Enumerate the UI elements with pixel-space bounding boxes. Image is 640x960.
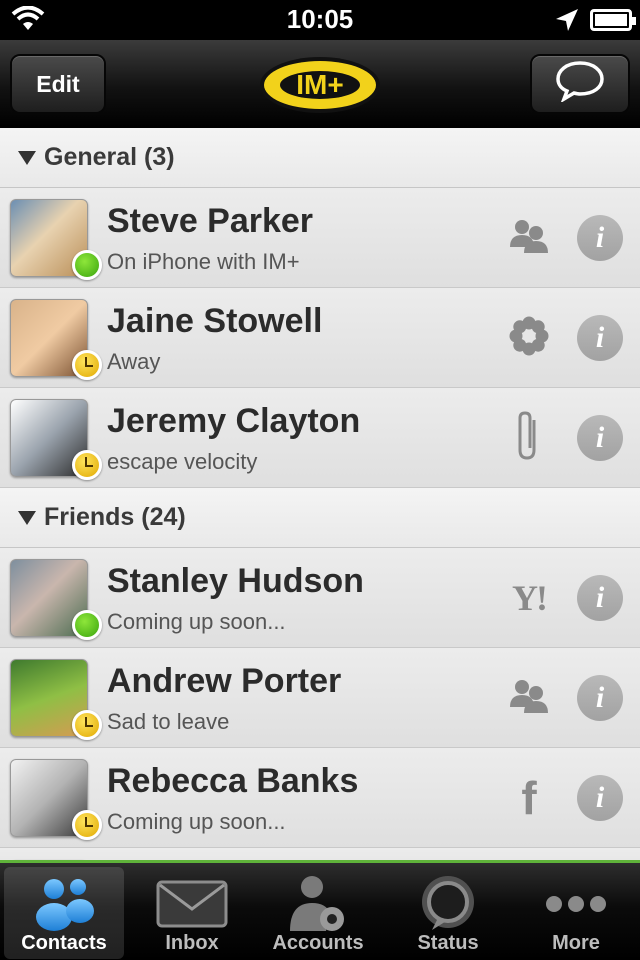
away-presence-icon	[72, 710, 102, 740]
contact-status: Coming up soon...	[107, 809, 286, 834]
edit-button[interactable]: Edit	[10, 54, 106, 114]
speech-bubble-icon	[388, 873, 508, 935]
tab-label: Inbox	[165, 932, 219, 954]
disclosure-triangle-icon	[18, 510, 36, 525]
service-indicator: f	[502, 772, 556, 824]
contact-status: Coming up soon...	[107, 609, 286, 634]
contact-name: Stanley Hudson	[107, 562, 364, 600]
contact-name: Andrew Porter	[107, 662, 342, 700]
tab-inbox[interactable]: Inbox	[132, 867, 252, 959]
away-presence-icon	[72, 350, 102, 380]
away-presence-icon	[72, 450, 102, 480]
contact-info-button[interactable]: i	[577, 315, 623, 361]
paperclip-icon	[514, 410, 544, 467]
contact-row[interactable]: Jaine Stowell Away i	[0, 288, 640, 388]
service-indicator	[502, 314, 556, 362]
nav-bar: Edit IM+	[0, 40, 640, 128]
chat-bubble-icon	[555, 60, 605, 108]
contact-status: On iPhone with IM+	[107, 249, 300, 274]
tab-accounts[interactable]: Accounts	[258, 867, 378, 959]
tab-bar: Contacts Inbox Accounts Status More	[0, 860, 640, 960]
status-time: 10:05	[286, 4, 354, 34]
location-arrow-icon	[554, 7, 580, 38]
tab-label: Contacts	[21, 932, 107, 954]
group-header-label: General (3)	[44, 143, 175, 171]
contact-info-button[interactable]: i	[577, 215, 623, 261]
group-header-label: Friends (24)	[44, 503, 186, 531]
disclosure-triangle-icon	[18, 150, 36, 165]
contact-status: Away	[107, 349, 161, 374]
contact-name: Jeremy Clayton	[107, 402, 361, 440]
service-indicator	[502, 410, 556, 462]
contact-row[interactable]: Jeremy Clayton escape velocity i	[0, 388, 640, 488]
contact-row[interactable]: Andrew Porter Sad to leave i	[0, 648, 640, 748]
tab-contacts[interactable]: Contacts	[4, 867, 124, 959]
service-indicator: Y!	[502, 574, 556, 622]
contact-name: Jaine Stowell	[107, 302, 323, 340]
contact-status: Sad to leave	[107, 709, 230, 734]
contact-row[interactable]: Steve Parker On iPhone with IM+ i	[0, 188, 640, 288]
contact-row[interactable]: Rebecca Banks Coming up soon... f i	[0, 748, 640, 848]
contact-row[interactable]: Stanley Hudson Coming up soon... Y! i	[0, 548, 640, 648]
battery-icon	[590, 9, 636, 31]
svg-text:IM+: IM+	[296, 69, 343, 100]
group-service-icon	[508, 217, 550, 260]
service-indicator	[502, 214, 556, 262]
tab-more[interactable]: More	[516, 867, 636, 959]
tab-label: Accounts	[272, 932, 364, 954]
group-service-icon	[508, 677, 550, 720]
away-presence-icon	[72, 810, 102, 840]
yahoo-service-icon: Y!	[512, 578, 548, 618]
group-header[interactable]: General (3)	[0, 128, 640, 188]
accounts-gear-icon	[258, 873, 378, 935]
contact-info-button[interactable]: i	[577, 675, 623, 721]
group-header[interactable]: Friends (24)	[0, 488, 640, 548]
icq-flower-icon	[507, 314, 551, 363]
facebook-service-icon: f	[521, 772, 537, 824]
contact-status: escape velocity	[107, 449, 258, 474]
tab-label: More	[552, 932, 600, 954]
im-plus-logo: IM+	[258, 54, 382, 116]
service-indicator	[502, 674, 556, 722]
more-dots-icon	[516, 873, 636, 935]
contact-name: Steve Parker	[107, 202, 314, 240]
online-presence-icon	[72, 610, 102, 640]
status-bar: 10:05	[0, 0, 640, 40]
contact-info-button[interactable]: i	[577, 415, 623, 461]
contacts-icon	[4, 873, 124, 935]
online-presence-icon	[72, 250, 102, 280]
envelope-icon	[132, 873, 252, 935]
tab-status[interactable]: Status	[388, 867, 508, 959]
tab-label: Status	[417, 932, 479, 954]
contact-info-button[interactable]: i	[577, 775, 623, 821]
new-chat-button[interactable]	[530, 54, 630, 114]
contact-name: Rebecca Banks	[107, 762, 359, 800]
contact-list[interactable]: General (3) Steve Parker On iPhone with IM…	[0, 128, 640, 862]
contact-info-button[interactable]: i	[577, 575, 623, 621]
